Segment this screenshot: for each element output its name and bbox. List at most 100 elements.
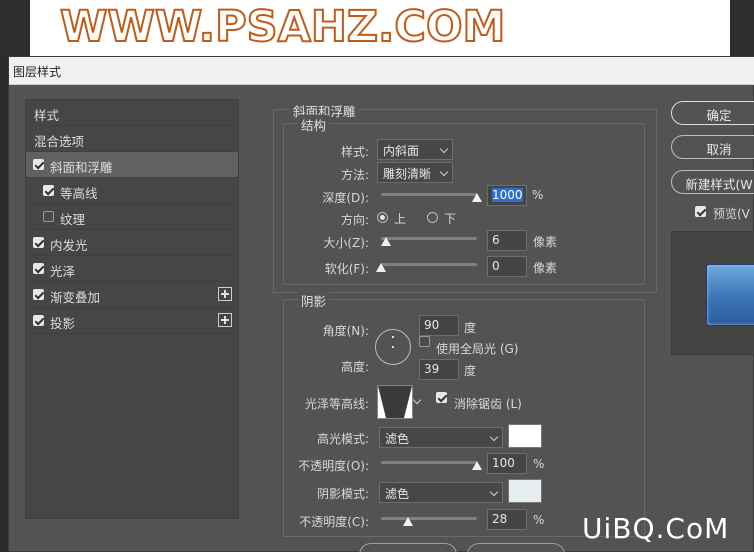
size-label: 大小(Z): [323,236,369,250]
highlight-opacity-track[interactable] [381,461,477,464]
shadow-opacity-thumb[interactable] [403,517,413,526]
altitude-unit: 度 [464,364,477,378]
angle-dial[interactable] [375,329,411,365]
altitude-input[interactable]: 39 [419,359,459,380]
ok-button[interactable]: 确定 [671,101,754,125]
shading-title: 阴影 [298,291,330,310]
highlight-opacity-input[interactable]: 100 [487,453,527,474]
direction-up-radio[interactable] [377,212,388,223]
title-bar[interactable]: 图层样式 [9,57,754,85]
altitude-label: 高度: [340,360,369,374]
angle-input[interactable]: 90 [419,315,459,336]
highlight-color-swatch[interactable] [508,424,542,448]
list-item-gradient-overlay[interactable]: 渐变叠加 [26,282,238,308]
list-item-satin[interactable]: 光泽 [26,256,238,282]
gradient-overlay-checkbox[interactable] [33,289,44,300]
angle-label: 角度(N): [322,324,369,338]
angle-dial-center [392,346,394,348]
depth-slider-track[interactable] [381,193,477,196]
soften-input[interactable]: 0 [487,256,527,277]
list-item-label: 光泽 [50,264,76,279]
highlight-opacity-label: 不透明度(O): [298,459,369,473]
contour-checkbox[interactable] [43,185,54,196]
watermark-text: UiBQ.CoM [582,512,730,545]
contour-curve-icon [378,386,412,418]
list-item-label: 混合选项 [34,134,85,149]
highlight-mode-value: 滤色 [385,432,410,446]
list-item-blending-options[interactable]: 混合选项 [26,126,238,152]
add-icon[interactable] [218,287,232,301]
inner-glow-checkbox[interactable] [33,237,44,248]
direction-up-label: 上 [394,212,407,226]
list-item-label: 等高线 [60,186,98,201]
preview-swatch [706,264,754,326]
size-value: 6 [492,233,500,247]
depth-unit: % [532,188,544,202]
size-input[interactable]: 6 [487,230,527,251]
satin-checkbox[interactable] [33,263,44,274]
list-item-label: 纹理 [60,212,86,227]
list-item-inner-glow[interactable]: 内发光 [26,230,238,256]
background-strip [730,0,754,56]
list-item-drop-shadow[interactable]: 投影 [26,308,238,334]
gloss-contour-picker[interactable] [377,385,413,419]
depth-input[interactable]: 1000 [487,185,527,206]
chevron-down-icon [489,432,499,442]
shadow-opacity-unit: % [533,513,545,527]
drop-shadow-checkbox[interactable] [33,315,44,326]
shadow-opacity-input[interactable]: 28 [487,509,527,530]
list-item-bevel-emboss[interactable]: 斜面和浮雕 [26,152,238,178]
shadow-opacity-label: 不透明度(C): [299,515,369,529]
direction-down-label: 下 [444,212,457,226]
global-light-label: 使用全局光 (G) [436,342,519,356]
shadow-color-swatch[interactable] [508,479,542,503]
highlight-mode-select[interactable]: 滤色 [379,427,503,448]
depth-slider-thumb[interactable] [472,193,482,202]
shadow-opacity-value: 28 [492,512,508,526]
list-item-contour[interactable]: 等高线 [26,178,238,204]
direction-down-radio[interactable] [427,212,438,223]
texture-checkbox[interactable] [43,211,54,222]
technique-select[interactable]: 雕刻清晰 [377,162,453,183]
angle-unit: 度 [464,321,477,335]
list-item-label: 渐变叠加 [50,290,101,305]
soften-slider-track[interactable] [381,263,477,266]
bevel-checkbox[interactable] [33,159,44,170]
soften-value: 0 [492,259,500,273]
style-value: 内斜面 [383,144,420,158]
list-item-styles[interactable]: 样式 [26,100,238,126]
soften-slider-thumb[interactable] [376,263,386,272]
preview-checkbox[interactable] [695,206,706,217]
banner-text: WWW.PSAHZ.COM [59,1,506,53]
style-label: 样式: [340,145,369,159]
make-default-button[interactable] [359,543,457,552]
cancel-button[interactable]: 取消 [671,135,754,159]
depth-label: 深度(D): [322,191,369,205]
soften-label: 软化(F): [324,262,369,276]
chevron-down-icon [439,144,449,154]
chevron-down-icon [489,487,499,497]
size-slider-track[interactable] [381,237,477,240]
shadow-mode-select[interactable]: 滤色 [379,482,503,503]
preview-label: 预览(V [713,207,750,221]
layer-style-dialog: 图层样式 样式 混合选项 斜面和浮雕 等高线 纹理 内发光 光泽 渐变叠加 投影… [8,56,754,552]
list-item-label: 样式 [34,108,60,123]
watermark-banner: WWW.PSAHZ.COM [30,0,730,56]
antialias-checkbox[interactable] [436,392,447,403]
chevron-down-icon [439,167,449,177]
shadow-mode-value: 滤色 [385,487,410,501]
depth-value: 1000 [492,188,523,202]
size-slider-thumb[interactable] [381,237,391,246]
shadow-opacity-track[interactable] [381,517,477,520]
highlight-mode-label: 高光模式: [316,432,369,446]
highlight-opacity-thumb[interactable] [472,461,482,470]
reset-default-button[interactable] [467,543,565,552]
preview-thumbnail [671,231,754,355]
new-style-button[interactable]: 新建样式(W [671,170,754,194]
highlight-opacity-value: 100 [492,456,515,470]
global-light-checkbox[interactable] [419,336,430,347]
list-item-texture[interactable]: 纹理 [26,204,238,230]
add-icon[interactable] [218,313,232,327]
background-strip [0,0,30,56]
style-select[interactable]: 内斜面 [377,139,453,160]
